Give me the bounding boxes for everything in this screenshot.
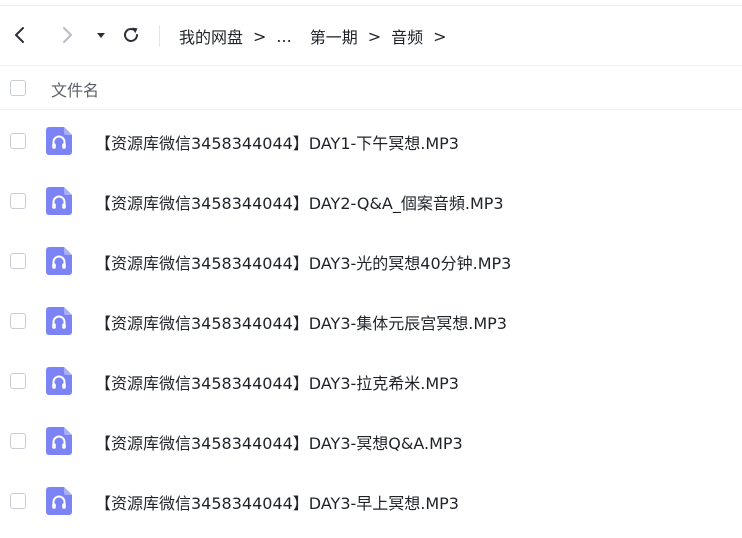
- column-header-filename[interactable]: 文件名: [51, 77, 99, 101]
- file-checkbox[interactable]: [10, 433, 26, 449]
- file-row[interactable]: 【资源库微信3458344044】DAY1-下午冥想.MP3: [0, 111, 742, 171]
- back-button[interactable]: [8, 23, 32, 47]
- audio-file-icon: [46, 427, 72, 455]
- toolbar-divider: [159, 25, 160, 47]
- file-checkbox[interactable]: [10, 253, 26, 269]
- select-all-checkbox[interactable]: [10, 80, 26, 96]
- breadcrumb-item-ellipsis[interactable]: ...: [276, 27, 291, 46]
- breadcrumb-separator: >: [253, 26, 267, 46]
- refresh-button[interactable]: [119, 23, 143, 47]
- file-name[interactable]: 【资源库微信3458344044】DAY2-Q&A_個案音頻.MP3: [95, 190, 504, 214]
- file-row[interactable]: 【资源库微信3458344044】DAY3-拉克希米.MP3: [0, 351, 742, 411]
- file-name[interactable]: 【资源库微信3458344044】DAY3-早上冥想.MP3: [95, 490, 459, 514]
- chevron-right-icon: [63, 27, 72, 43]
- breadcrumb-separator: >: [433, 26, 447, 46]
- history-dropdown-button[interactable]: [89, 23, 113, 47]
- audio-file-icon: [46, 367, 72, 395]
- file-row[interactable]: 【资源库微信3458344044】DAY3-光的冥想40分钟.MP3: [0, 231, 742, 291]
- audio-file-icon: [46, 487, 72, 515]
- audio-file-icon: [46, 307, 72, 335]
- caret-down-icon: [97, 33, 105, 38]
- refresh-icon: [124, 27, 138, 42]
- file-name[interactable]: 【资源库微信3458344044】DAY3-集体元辰宫冥想.MP3: [95, 310, 507, 334]
- chevron-left-icon: [15, 27, 24, 43]
- file-checkbox[interactable]: [10, 133, 26, 149]
- breadcrumb: 我的网盘 > ... 第一期 > 音频 >: [179, 24, 457, 48]
- forward-button[interactable]: [55, 23, 79, 47]
- file-checkbox[interactable]: [10, 193, 26, 209]
- file-name[interactable]: 【资源库微信3458344044】DAY1-下午冥想.MP3: [95, 130, 459, 154]
- breadcrumb-separator: >: [367, 26, 382, 46]
- file-name[interactable]: 【资源库微信3458344044】DAY3-拉克希米.MP3: [95, 370, 459, 394]
- file-list: 【资源库微信3458344044】DAY1-下午冥想.MP3 【资源库微信3458…: [0, 111, 742, 531]
- file-checkbox[interactable]: [10, 313, 26, 329]
- audio-file-icon: [46, 127, 72, 155]
- audio-file-icon: [46, 247, 72, 275]
- file-name[interactable]: 【资源库微信3458344044】DAY3-光的冥想40分钟.MP3: [95, 250, 511, 274]
- breadcrumb-item-root[interactable]: 我的网盘: [179, 24, 243, 48]
- file-name[interactable]: 【资源库微信3458344044】DAY3-冥想Q&A.MP3: [95, 430, 463, 454]
- file-row[interactable]: 【资源库微信3458344044】DAY3-早上冥想.MP3: [0, 471, 742, 531]
- navigation-toolbar: 我的网盘 > ... 第一期 > 音频 >: [0, 6, 742, 66]
- audio-file-icon: [46, 187, 72, 215]
- file-checkbox[interactable]: [10, 493, 26, 509]
- file-row[interactable]: 【资源库微信3458344044】DAY3-冥想Q&A.MP3: [0, 411, 742, 471]
- file-row[interactable]: 【资源库微信3458344044】DAY3-集体元辰宫冥想.MP3: [0, 291, 742, 351]
- file-checkbox[interactable]: [10, 373, 26, 389]
- breadcrumb-item-current[interactable]: 音频: [391, 24, 423, 48]
- breadcrumb-item-issue[interactable]: 第一期: [310, 24, 358, 48]
- list-header: 文件名: [0, 66, 742, 110]
- file-row[interactable]: 【资源库微信3458344044】DAY2-Q&A_個案音頻.MP3: [0, 171, 742, 231]
